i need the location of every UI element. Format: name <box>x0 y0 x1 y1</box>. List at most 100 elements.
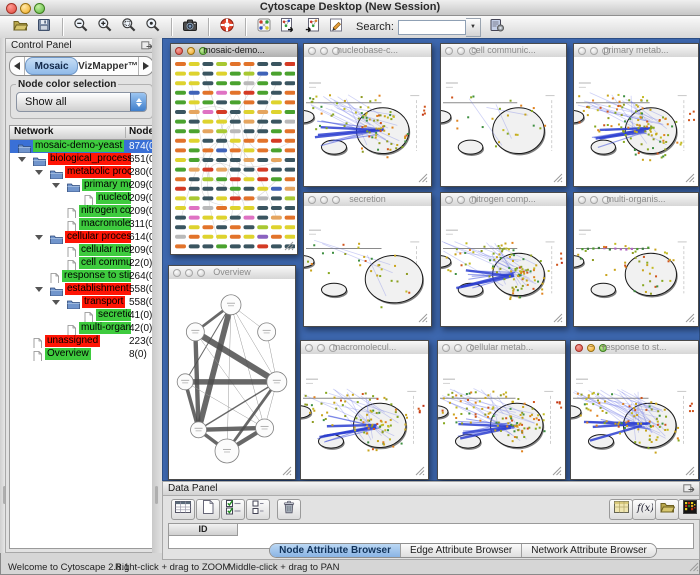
network-canvas[interactable] <box>441 57 566 186</box>
zoom-fit-icon <box>121 17 137 38</box>
network-canvas[interactable] <box>574 57 698 186</box>
search-config-button[interactable] <box>486 17 508 37</box>
delete-attribute-button[interactable] <box>277 499 301 520</box>
network-window-response-to-stimulus[interactable]: −+response to st... <box>570 340 699 480</box>
window-titlebar[interactable]: nucleobase-c... <box>304 44 431 58</box>
unselect-attributes-button[interactable] <box>246 499 270 520</box>
nodes-column-header: Nodes <box>129 126 154 138</box>
attribute-editor-button[interactable] <box>609 499 633 520</box>
window-titlebar[interactable]: multi-organis... <box>574 193 698 207</box>
vizmapper-button[interactable] <box>253 17 275 37</box>
window-titlebar[interactable]: −+response to st... <box>571 341 698 355</box>
file-icon <box>67 219 76 231</box>
network-tree-row[interactable]: cell communicat22(0) <box>10 257 153 270</box>
network-window-mosaic-demo[interactable]: mosaic-demo... <box>170 43 298 255</box>
network-tree-row[interactable]: primary metabolic209(0) <box>10 179 153 192</box>
zoom-selected-button[interactable] <box>142 17 164 37</box>
heatmap-button[interactable] <box>678 499 700 520</box>
tab-network-attribute-browser[interactable]: Network Attribute Browser <box>522 544 656 557</box>
tab-edge-attribute-browser[interactable]: Edge Attribute Browser <box>401 544 522 557</box>
search-input[interactable] <box>398 20 466 35</box>
attribute-table-button[interactable] <box>171 499 195 520</box>
window-titlebar[interactable]: Cytoscape Desktop (New Session) <box>0 0 700 16</box>
open-file-button[interactable] <box>9 17 31 37</box>
function-builder-button[interactable]: f(x) <box>632 499 656 520</box>
expander-icon[interactable] <box>18 157 26 162</box>
id-column-header[interactable]: ID <box>169 524 238 536</box>
window-titlebar[interactable]: nitrogen comp... <box>441 193 566 207</box>
network-canvas[interactable] <box>171 57 297 254</box>
network-canvas[interactable] <box>441 206 566 326</box>
export-network-button[interactable] <box>301 17 323 37</box>
zoom-out-button[interactable] <box>70 17 92 37</box>
network-table-header[interactable]: Network Nodes <box>10 126 153 140</box>
search-dropdown-button[interactable]: ▼ <box>466 18 481 37</box>
network-tree-row[interactable]: metabolic process280(0) <box>10 166 153 179</box>
network-canvas[interactable] <box>438 354 565 479</box>
tab-scroll-left-button[interactable] <box>10 57 25 75</box>
node-color-dropdown[interactable]: Show all <box>16 92 147 112</box>
help-button[interactable] <box>216 17 238 37</box>
folder-icon <box>50 232 63 244</box>
column-divider[interactable] <box>125 127 126 138</box>
expander-icon[interactable] <box>52 300 60 305</box>
window-titlebar[interactable]: cellular metab... <box>438 341 565 355</box>
network-tree-row[interactable]: biological_process651(0) <box>10 153 153 166</box>
network-tree-row[interactable]: mosaic-demo-yeast874(0) <box>10 140 153 153</box>
network-canvas[interactable] <box>169 279 295 479</box>
annotation-button[interactable] <box>325 17 347 37</box>
import-network-button[interactable] <box>277 17 299 37</box>
expander-icon[interactable] <box>52 183 60 188</box>
network-window-nucleobase[interactable]: nucleobase-c... <box>303 43 432 187</box>
window-titlebar[interactable]: primary metab... <box>574 44 698 58</box>
tab-node-attribute-browser[interactable]: Node Attribute Browser <box>270 544 401 557</box>
network-tree-row[interactable]: unassigned223(0) <box>10 335 153 348</box>
network-canvas[interactable] <box>571 354 698 479</box>
control-panel-tabstrip: MosaicVizMapper™ <box>9 56 154 76</box>
network-canvas[interactable] <box>301 354 428 479</box>
network-tree-row[interactable]: transport558(0) <box>10 296 153 309</box>
network-window-nitrogen-compound[interactable]: nitrogen comp... <box>440 192 567 327</box>
network-canvas[interactable] <box>304 57 431 186</box>
window-titlebar[interactable]: secretion <box>304 193 431 207</box>
tab-vizmapper-[interactable]: VizMapper™ <box>78 57 138 75</box>
network-canvas[interactable] <box>574 206 698 326</box>
zoom-in-button[interactable] <box>94 17 116 37</box>
window-titlebar[interactable]: Overview <box>169 266 295 280</box>
snapshot-button[interactable] <box>179 17 201 37</box>
network-tree-row[interactable]: nitrogen compou209(0) <box>10 205 153 218</box>
network-tree-row[interactable]: secretion41(0) <box>10 309 153 322</box>
network-tree-row[interactable]: Overview8(0) <box>10 348 153 361</box>
network-tree-row[interactable]: cellular metabol209(0) <box>10 244 153 257</box>
control-panel-splitter[interactable] <box>152 38 162 553</box>
import-attributes-button[interactable] <box>655 499 679 520</box>
network-tree-row[interactable]: nucleobase-209(0) <box>10 192 153 205</box>
network-tree-row[interactable]: macromolecule311(0) <box>10 218 153 231</box>
resize-grip-icon[interactable] <box>689 562 699 574</box>
zoom-fit-button[interactable] <box>118 17 140 37</box>
expander-icon[interactable] <box>35 287 43 292</box>
network-window-overview[interactable]: Overview <box>168 265 296 480</box>
save-session-button[interactable] <box>33 17 55 37</box>
network-window-secretion[interactable]: secretion <box>303 192 432 327</box>
network-canvas[interactable] <box>304 206 431 326</box>
network-tree-row[interactable]: establishment of lo558(0) <box>10 283 153 296</box>
select-attributes-button[interactable] <box>221 499 245 520</box>
network-tree-row[interactable]: response to stimulu264(0) <box>10 270 153 283</box>
network-window-cell-communication[interactable]: cell communic... <box>440 43 567 187</box>
window-titlebar[interactable]: macromolecul... <box>301 341 428 355</box>
network-window-multi-organism[interactable]: multi-organis... <box>573 192 699 327</box>
window-titlebar[interactable]: mosaic-demo... <box>171 44 297 58</box>
expander-icon[interactable] <box>35 235 43 240</box>
tab-scroll-right-button[interactable] <box>138 57 153 75</box>
window-titlebar[interactable]: cell communic... <box>441 44 566 58</box>
expander-icon[interactable] <box>35 170 43 175</box>
dropdown-stepper-icon[interactable] <box>130 93 146 111</box>
new-attribute-button[interactable] <box>196 499 220 520</box>
network-tree-row[interactable]: cellular process614(0) <box>10 231 153 244</box>
network-tree-row[interactable]: multi-organism pro42(0) <box>10 322 153 335</box>
network-window-cellular-metabolic[interactable]: cellular metab... <box>437 340 566 480</box>
network-window-primary-metabolic[interactable]: primary metab... <box>573 43 699 187</box>
tab-mosaic[interactable]: Mosaic <box>25 57 78 75</box>
network-window-macromolecule[interactable]: macromolecul... <box>300 340 429 480</box>
